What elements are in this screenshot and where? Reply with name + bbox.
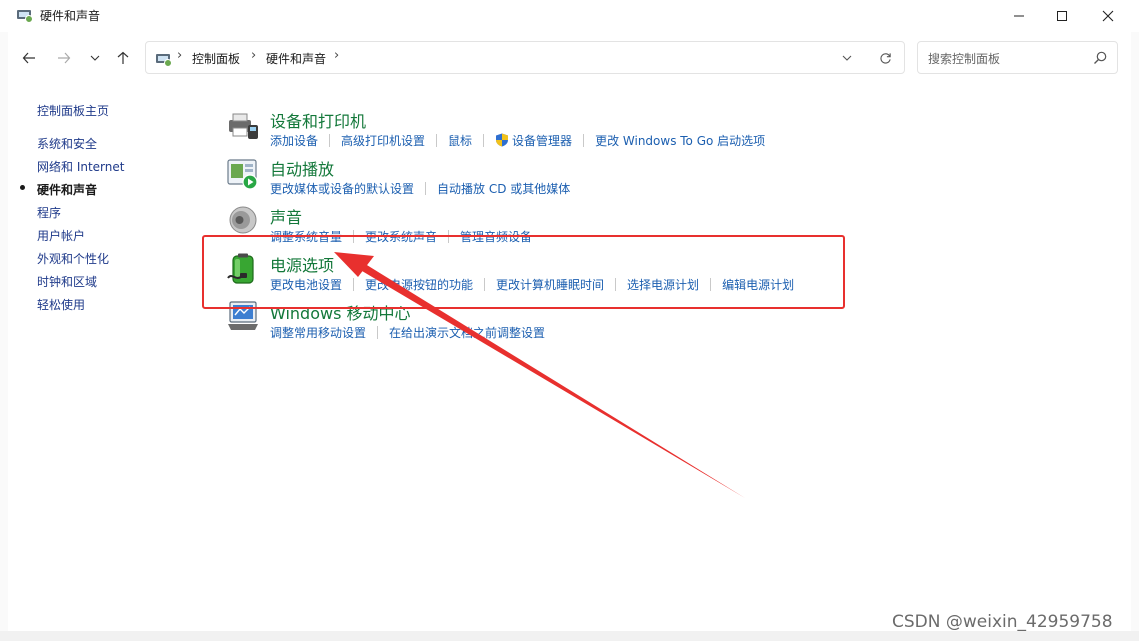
title-bar: 硬件和声音 (0, 0, 1139, 32)
window-left-border (0, 32, 8, 631)
maximize-button[interactable] (1039, 0, 1085, 32)
link-autoplay-cd[interactable]: 自动播放 CD 或其他媒体 (437, 180, 570, 197)
link-device-manager[interactable]: 设备管理器 (512, 132, 572, 149)
category-title[interactable]: 自动播放 (270, 156, 334, 180)
link-change-media-defaults[interactable]: 更改媒体或设备的默认设置 (270, 180, 414, 197)
divider (377, 325, 379, 339)
divider (436, 133, 438, 147)
minimize-button[interactable] (996, 0, 1042, 32)
autoplay-icon (227, 159, 258, 190)
refresh-icon (879, 52, 891, 64)
address-history-button[interactable] (836, 48, 858, 68)
arrow-right-icon (58, 52, 71, 64)
address-bar[interactable]: › 控制面板 › 硬件和声音 › (145, 41, 905, 74)
forward-button[interactable] (51, 44, 77, 72)
search-input[interactable] (926, 49, 1090, 69)
chevron-down-icon (90, 55, 100, 61)
highlight-box (202, 235, 845, 309)
sidebar-item-programs[interactable]: 程序 (37, 204, 61, 221)
sidebar-item-user-accounts[interactable]: 用户帐户 (37, 227, 85, 244)
breadcrumb-control-panel[interactable]: 控制面板 (192, 50, 240, 67)
link-mouse[interactable]: 鼠标 (448, 132, 472, 149)
divider (583, 133, 585, 147)
chevron-right-icon: › (251, 48, 257, 63)
arrow-left-icon (22, 52, 35, 64)
minimize-icon (1014, 15, 1024, 17)
category-devices-printers: 设备和打印机 添加设备 高级打印机设置 鼠标 设备管理器 更改 Windows … (226, 108, 926, 152)
sidebar-item-network[interactable]: 网络和 Internet (37, 158, 124, 175)
up-button[interactable] (110, 44, 136, 72)
link-add-device[interactable]: 添加设备 (270, 132, 318, 149)
sidebar-item-system-security[interactable]: 系统和安全 (37, 135, 97, 152)
link-windows-to-go[interactable]: 更改 Windows To Go 启动选项 (595, 132, 765, 149)
printer-icon (229, 113, 258, 139)
sidebar-item-hardware-sound[interactable]: 硬件和声音 (37, 181, 97, 198)
bottom-strip (0, 631, 1139, 641)
sidebar-item-ease-of-access[interactable]: 轻松使用 (37, 296, 85, 313)
control-panel-icon (17, 10, 33, 23)
breadcrumb-hardware-sound[interactable]: 硬件和声音 (266, 50, 326, 67)
link-presentation-settings[interactable]: 在给出演示文档之前调整设置 (389, 324, 545, 341)
refresh-button[interactable] (874, 48, 896, 68)
link-common-mobility-settings[interactable]: 调整常用移动设置 (270, 324, 366, 341)
recent-locations-button[interactable] (82, 44, 108, 72)
maximize-icon (1057, 11, 1067, 21)
category-autoplay: 自动播放 更改媒体或设备的默认设置 自动播放 CD 或其他媒体 (226, 156, 926, 200)
window-title: 硬件和声音 (40, 9, 101, 23)
sidebar-home[interactable]: 控制面板主页 (37, 102, 109, 119)
arrow-up-icon (117, 51, 129, 64)
control-panel-icon (156, 54, 172, 67)
category-title[interactable]: 设备和打印机 (270, 108, 366, 132)
divider (329, 133, 331, 147)
search-icon[interactable] (1092, 50, 1108, 66)
chevron-down-icon (842, 55, 852, 61)
current-section-indicator (20, 185, 25, 190)
link-advanced-printer-setup[interactable]: 高级打印机设置 (341, 132, 425, 149)
category-title[interactable]: 声音 (270, 204, 302, 228)
close-icon (1102, 10, 1114, 22)
watermark: CSDN @weixin_42959758 (892, 612, 1113, 632)
chevron-right-icon: › (334, 48, 340, 63)
back-button[interactable] (16, 44, 42, 72)
sidebar-item-appearance[interactable]: 外观和个性化 (37, 250, 109, 267)
window-right-border (1131, 32, 1139, 631)
divider (483, 133, 485, 147)
shield-icon (496, 133, 509, 147)
speaker-icon (229, 206, 257, 234)
close-button[interactable] (1085, 0, 1131, 32)
chevron-right-icon: › (177, 48, 183, 63)
divider (425, 181, 427, 195)
search-box[interactable] (917, 41, 1118, 74)
sidebar-item-clock-region[interactable]: 时钟和区域 (37, 273, 97, 290)
